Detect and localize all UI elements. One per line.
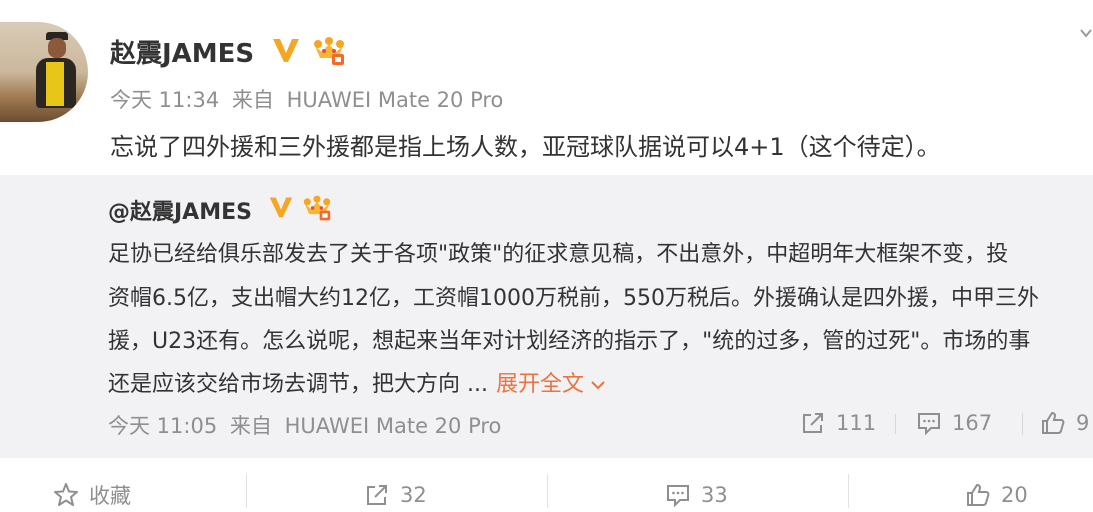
repost-share-count: 111	[836, 411, 877, 435]
post-author-name[interactable]: 赵震JAMES	[110, 33, 254, 70]
post-text: 忘说了四外援和三外援都是指上场人数，亚冠球队据说可以4+1（这个待定）。	[110, 133, 941, 161]
divider	[848, 474, 849, 508]
repost-source-prefix: 来自	[229, 414, 272, 438]
verified-v-icon	[273, 39, 299, 62]
repost-count: 32	[400, 483, 427, 507]
divider	[246, 474, 247, 508]
share-icon	[367, 485, 387, 505]
star-icon	[54, 483, 78, 506]
repost-member-crown-icon	[303, 195, 331, 221]
comment-button[interactable]: 33	[665, 478, 728, 512]
share-icon	[803, 413, 823, 433]
repost-text-line: 援，U23还有。怎么说呢，想起来当年对计划经济的指示了，"统的过多，管的过死"。…	[108, 329, 1031, 354]
avatar[interactable]	[0, 22, 88, 122]
expand-label: 展开全文	[495, 372, 584, 397]
divider	[1022, 414, 1023, 434]
expand-chevron-down-icon	[591, 381, 605, 390]
repost-comment-count: 167	[952, 411, 993, 435]
divider	[895, 414, 896, 434]
repost-text-line: 足协已经给俱乐部发去了关于各项"政策"的征求意见稿，不出意外，中超明年大框架不变…	[108, 242, 1009, 267]
repost-source[interactable]: HUAWEI Mate 20 Pro	[285, 414, 502, 438]
repost-share-button[interactable]: 111	[800, 408, 876, 438]
expand-full-text-link[interactable]: 展开全文	[496, 372, 606, 397]
post-time: 今天 11:34	[110, 88, 220, 112]
repost-time: 今天 11:05	[108, 414, 218, 438]
comment-icon	[667, 485, 689, 508]
repost-comment-button[interactable]: 167	[916, 408, 992, 438]
member-crown-icon	[314, 37, 344, 65]
thumbs-up-icon	[967, 483, 990, 506]
post-source[interactable]: HUAWEI Mate 20 Pro	[287, 88, 504, 112]
post-meta: 今天 11:34 来自 HUAWEI Mate 20 Pro	[110, 84, 509, 114]
repost-meta: 今天 11:05 来自 HUAWEI Mate 20 Pro	[108, 410, 507, 440]
avatar-shirt	[46, 62, 64, 106]
repost-text-fragment: 还是应该交给市场去调节，把大方向 ...	[108, 372, 488, 397]
comment-icon	[918, 413, 940, 436]
divider	[547, 474, 548, 508]
post-source-prefix: 来自	[231, 88, 274, 112]
thumbs-up-icon	[1042, 411, 1065, 434]
repost-text-line: 资帽6.5亿，支出帽大约12亿，工资帽1000万税前，550万税后。外援确认是四…	[108, 286, 1039, 311]
repost-verified-v-icon	[269, 197, 293, 218]
chevron-down-icon[interactable]	[1078, 26, 1093, 42]
repost-like-button[interactable]: 9	[1040, 408, 1089, 438]
repost-like-count: 9	[1076, 411, 1090, 435]
comment-count: 33	[701, 483, 728, 507]
avatar-head	[48, 38, 66, 58]
repost-button[interactable]: 32	[364, 478, 427, 512]
favorite-label: 收藏	[89, 484, 131, 508]
repost-author-name[interactable]: @赵震JAMES	[108, 194, 252, 226]
favorite-button[interactable]: 收藏	[53, 478, 131, 512]
repost-text-line-last: 还是应该交给市场去调节，把大方向 ... 展开全文	[108, 366, 606, 398]
like-count: 20	[1001, 483, 1028, 507]
like-button[interactable]: 20	[965, 478, 1028, 512]
